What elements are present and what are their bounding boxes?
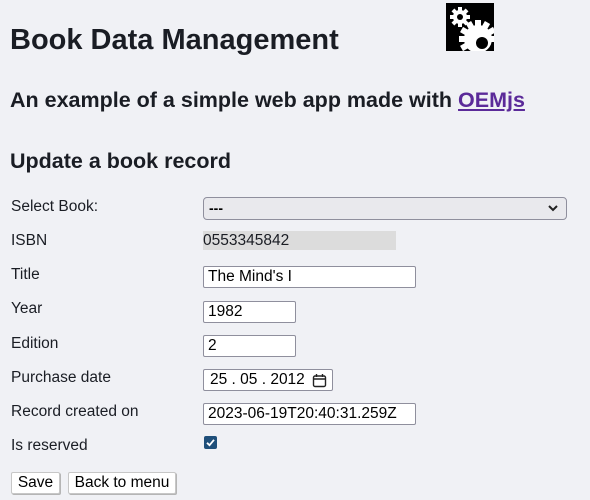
page-title: Book Data Management <box>10 24 339 56</box>
year-input[interactable]: 1982 <box>203 301 296 323</box>
purchase-date-input[interactable]: 25 . 05 . 2012 <box>203 369 333 391</box>
select-book-value: --- <box>209 200 223 216</box>
subtitle: An example of a simple web app made with… <box>10 87 525 113</box>
back-to-menu-button[interactable]: Back to menu <box>68 472 176 494</box>
gears-icon <box>446 3 497 53</box>
title-label: Title <box>11 266 40 283</box>
is-reserved-label: Is reserved <box>11 437 88 454</box>
record-created-input[interactable]: 2023-06-19T20:40:31.259Z <box>203 403 416 425</box>
checkmark-icon <box>206 439 215 447</box>
select-book-label: Select Book: <box>11 198 99 215</box>
edition-label: Edition <box>11 335 59 352</box>
gears-logo-graphic <box>446 3 497 53</box>
year-label: Year <box>11 300 43 317</box>
purchase-date-value: 25 . 05 . 2012 <box>210 371 305 388</box>
subtitle-text: An example of a simple web app made with <box>10 88 459 112</box>
chevron-down-icon <box>548 205 558 212</box>
isbn-label: ISBN <box>11 232 48 249</box>
calendar-icon[interactable] <box>312 373 327 388</box>
purchase-date-label: Purchase date <box>11 369 111 386</box>
select-book-dropdown[interactable]: --- <box>203 197 567 220</box>
oemjs-link[interactable]: OEMjs <box>458 88 525 112</box>
is-reserved-checkbox[interactable] <box>204 436 217 449</box>
isbn-value: 0553345842 <box>203 231 396 250</box>
record-created-label: Record created on <box>11 403 139 420</box>
save-button[interactable]: Save <box>11 472 60 494</box>
form-heading: Update a book record <box>10 149 232 173</box>
title-input[interactable]: The Mind's I <box>203 266 416 288</box>
edition-input[interactable]: 2 <box>203 335 296 357</box>
